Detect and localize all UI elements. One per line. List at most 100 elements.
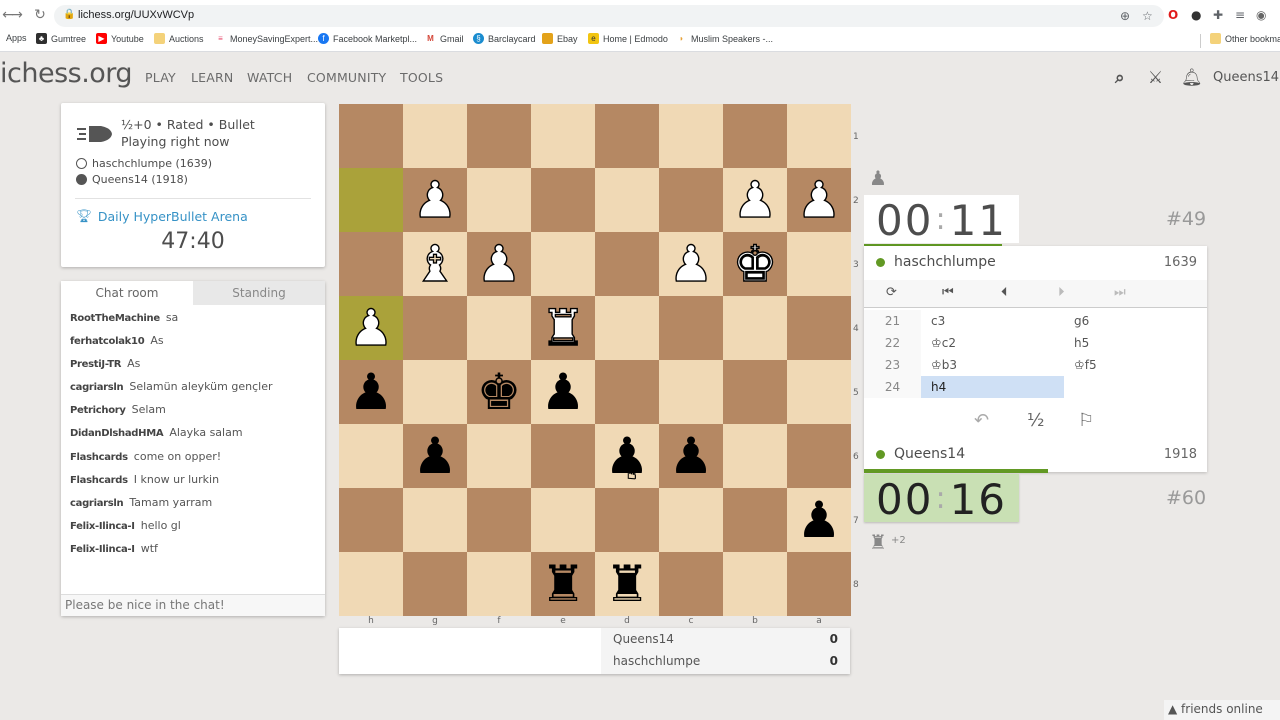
- nav-community[interactable]: COMMUNITY: [307, 70, 386, 85]
- chat-username[interactable]: Felix-Ilinca-I: [70, 544, 135, 555]
- chat-username[interactable]: cagriarsln: [70, 382, 124, 393]
- next-move-icon[interactable]: ⏵: [1058, 285, 1065, 300]
- black-pawn-icon[interactable]: ♟: [413, 424, 458, 488]
- opera-extension-icon[interactable]: O: [1168, 8, 1178, 22]
- bookmark-muslim-speakers[interactable]: ◗ Muslim Speakers -...: [676, 33, 773, 44]
- chat-username[interactable]: DidanDlshadHMA: [70, 428, 164, 439]
- move-white[interactable]: ♔b3: [921, 354, 1064, 376]
- profile-avatar[interactable]: ◉: [1256, 8, 1266, 22]
- url-text[interactable]: lichess.org/UUXvWCVp: [78, 9, 194, 21]
- square-f7[interactable]: [467, 488, 531, 552]
- bookmark-ebay[interactable]: Ebay: [542, 33, 578, 44]
- black-pawn-icon[interactable]: ♟: [349, 360, 394, 424]
- square-b6[interactable]: [723, 424, 787, 488]
- square-b3[interactable]: ♚: [723, 232, 787, 296]
- bookmark-gumtree[interactable]: ♣ Gumtree: [36, 33, 86, 44]
- square-e6[interactable]: [531, 424, 595, 488]
- flip-board-icon[interactable]: ⟳: [886, 285, 897, 300]
- friends-online-toggle[interactable]: ▲ friends online: [1164, 700, 1280, 720]
- square-h2[interactable]: [339, 168, 403, 232]
- black-king-icon[interactable]: ♚: [477, 360, 522, 424]
- square-h7[interactable]: [339, 488, 403, 552]
- chat-username[interactable]: Petrichory: [70, 405, 126, 416]
- square-e1[interactable]: [531, 104, 595, 168]
- resign-flag-icon[interactable]: ⚐: [1078, 410, 1094, 431]
- square-h3[interactable]: [339, 232, 403, 296]
- square-a8[interactable]: [787, 552, 851, 616]
- black-pawn-icon[interactable]: ♟: [541, 360, 586, 424]
- bookmark-youtube[interactable]: ▶ Youtube: [96, 33, 144, 44]
- white-pawn-icon[interactable]: ♟: [732, 168, 778, 232]
- site-logo[interactable]: ichess.org: [0, 58, 133, 89]
- square-d3[interactable]: [595, 232, 659, 296]
- square-f4[interactable]: [467, 296, 531, 360]
- white-pawn-icon[interactable]: ♟: [348, 296, 394, 360]
- black-pawn-icon[interactable]: ♟: [797, 488, 842, 552]
- tournament-link[interactable]: 🏆︎ Daily HyperBullet Arena: [76, 208, 248, 224]
- bookmark-moneysavingexpert[interactable]: ≡ MoneySavingExpert...: [215, 33, 318, 44]
- square-h5[interactable]: ♟: [339, 360, 403, 424]
- user-menu[interactable]: Queens14: [1213, 70, 1279, 85]
- nav-watch[interactable]: WATCH: [247, 70, 292, 85]
- nav-learn[interactable]: LEARN: [191, 70, 233, 85]
- white-rook-icon[interactable]: ♜: [540, 296, 586, 360]
- square-a6[interactable]: [787, 424, 851, 488]
- swords-icon[interactable]: ⚔: [1148, 68, 1163, 88]
- move-white[interactable]: c3: [921, 310, 1064, 332]
- media-icon[interactable]: ≡: [1235, 8, 1245, 22]
- reload-icon[interactable]: ↻: [32, 7, 48, 23]
- square-d4[interactable]: [595, 296, 659, 360]
- square-e3[interactable]: [531, 232, 595, 296]
- nav-play[interactable]: PLAY: [145, 70, 176, 85]
- square-f6[interactable]: [467, 424, 531, 488]
- chat-username[interactable]: Flashcards: [70, 475, 128, 486]
- square-b1[interactable]: [723, 104, 787, 168]
- square-c8[interactable]: [659, 552, 723, 616]
- zoom-icon[interactable]: ⊕: [1120, 9, 1130, 23]
- square-g1[interactable]: [403, 104, 467, 168]
- standing-row[interactable]: haschchlumpe 0: [613, 654, 838, 668]
- square-a4[interactable]: [787, 296, 851, 360]
- standing-row[interactable]: Queens14 0: [613, 632, 838, 646]
- square-d7[interactable]: [595, 488, 659, 552]
- square-a5[interactable]: [787, 360, 851, 424]
- forward-icon[interactable]: →: [9, 7, 25, 23]
- white-bishop-icon[interactable]: ♝: [412, 232, 458, 296]
- square-b7[interactable]: [723, 488, 787, 552]
- square-c3[interactable]: ♟: [659, 232, 723, 296]
- square-c7[interactable]: [659, 488, 723, 552]
- opponent-info[interactable]: haschchlumpe 1639: [876, 254, 1197, 270]
- star-icon[interactable]: ☆: [1142, 9, 1153, 23]
- square-f8[interactable]: [467, 552, 531, 616]
- white-player[interactable]: haschchlumpe (1639): [76, 157, 212, 170]
- square-b2[interactable]: ♟: [723, 168, 787, 232]
- search-icon[interactable]: ⌕: [1115, 68, 1125, 88]
- square-d2[interactable]: [595, 168, 659, 232]
- square-g8[interactable]: [403, 552, 467, 616]
- square-g2[interactable]: ♟: [403, 168, 467, 232]
- offer-draw-button[interactable]: ½: [1027, 410, 1044, 431]
- chat-username[interactable]: RootTheMachine: [70, 313, 160, 324]
- square-b8[interactable]: [723, 552, 787, 616]
- move-black[interactable]: g6: [1064, 310, 1207, 332]
- white-pawn-icon[interactable]: ♟: [412, 168, 458, 232]
- player-info[interactable]: Queens14 1918: [876, 446, 1197, 462]
- tab-standing[interactable]: Standing: [193, 281, 325, 305]
- tab-chat-room[interactable]: Chat room: [61, 281, 193, 305]
- square-b5[interactable]: [723, 360, 787, 424]
- square-c2[interactable]: [659, 168, 723, 232]
- white-pawn-icon[interactable]: ♟: [796, 168, 842, 232]
- square-g4[interactable]: [403, 296, 467, 360]
- move-black[interactable]: ♔f5: [1064, 354, 1207, 376]
- chat-username[interactable]: cagriarsln: [70, 498, 124, 509]
- last-move-icon[interactable]: ⏭: [1114, 285, 1126, 300]
- square-a1[interactable]: [787, 104, 851, 168]
- square-e5[interactable]: ♟: [531, 360, 595, 424]
- bell-icon[interactable]: 🔔︎: [1181, 68, 1203, 88]
- chat-username[interactable]: Flashcards: [70, 452, 128, 463]
- chat-username[interactable]: Felix-Ilinca-I: [70, 521, 135, 532]
- bookmark-other[interactable]: Other bookma: [1210, 33, 1280, 44]
- black-rook-icon[interactable]: ♜: [605, 552, 650, 616]
- square-g6[interactable]: ♟: [403, 424, 467, 488]
- square-f1[interactable]: [467, 104, 531, 168]
